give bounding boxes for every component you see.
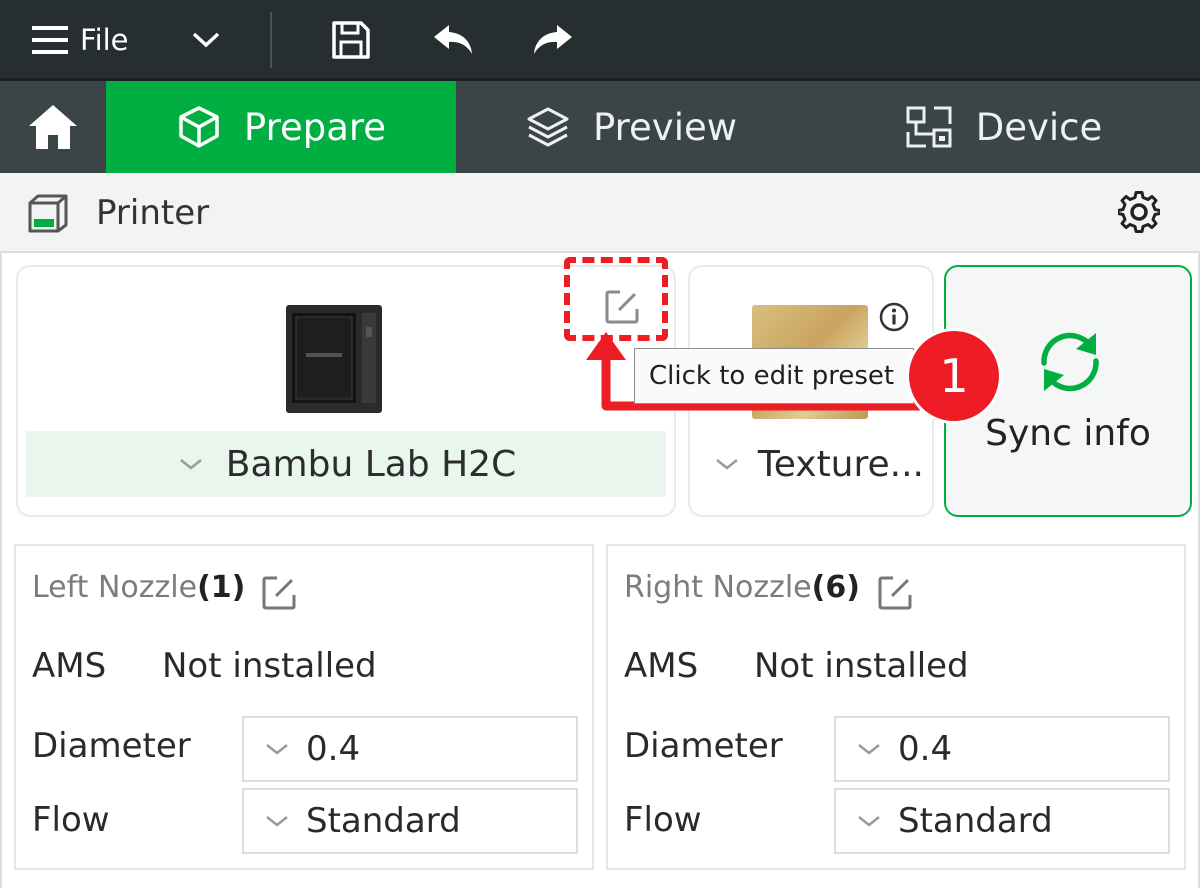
flow-label: Flow <box>32 800 110 840</box>
redo-icon <box>534 25 572 54</box>
file-menu-button[interactable]: File <box>30 14 150 66</box>
right-nozzle-title-text: Right Nozzle <box>624 570 812 605</box>
left-nozzle-panel: Left Nozzle(1) AMS Not installed Diamete… <box>14 544 594 870</box>
redo-button[interactable] <box>525 14 581 66</box>
diameter-label: Diameter <box>624 726 783 766</box>
flow-label: Flow <box>624 800 702 840</box>
diameter-dropdown[interactable]: 0.4 <box>242 716 578 782</box>
edit-icon[interactable] <box>602 287 642 327</box>
diameter-dropdown[interactable]: 0.4 <box>834 716 1170 782</box>
title-bar: File <box>0 0 1200 78</box>
cube-icon <box>179 106 219 148</box>
sync-icon <box>1041 332 1099 392</box>
undo-icon <box>434 25 472 54</box>
left-nozzle-title-text: Left Nozzle <box>32 570 198 605</box>
tab-device[interactable]: Device <box>806 81 1200 173</box>
tab-bar: Prepare Preview Device <box>0 78 1200 173</box>
save-icon <box>332 21 370 59</box>
annotation-step-badge: 1 <box>906 328 1002 424</box>
info-icon[interactable] <box>878 301 910 333</box>
tab-preview-label: Preview <box>592 105 738 149</box>
toolbar-divider <box>270 12 272 68</box>
right-nozzle-title: Right Nozzle(6) <box>624 570 860 605</box>
edit-preset-tooltip: Click to edit preset <box>634 348 914 404</box>
printer-image <box>286 305 382 413</box>
plate-type-value: Texture... <box>757 443 924 485</box>
printer-icon <box>28 194 68 233</box>
plate-type-selector[interactable]: Texture... <box>704 431 924 497</box>
diameter-value: 0.4 <box>306 729 361 769</box>
chevron-down-icon <box>858 744 880 755</box>
chevron-down-icon <box>716 459 738 470</box>
file-menu-label: File <box>80 23 129 57</box>
ams-label: AMS <box>624 646 699 686</box>
flow-value: Standard <box>898 801 1053 841</box>
hamburger-icon <box>32 26 68 54</box>
left-nozzle-count: (1) <box>197 570 246 605</box>
ams-status: Not installed <box>754 646 969 686</box>
chevron-down-icon <box>266 744 288 755</box>
flow-value: Standard <box>306 801 461 841</box>
left-nozzle-title: Left Nozzle(1) <box>32 570 245 605</box>
ams-label: AMS <box>32 646 107 686</box>
printer-model-selector[interactable]: Bambu Lab H2C <box>26 431 666 497</box>
device-icon <box>906 106 952 148</box>
edit-icon[interactable] <box>260 574 298 612</box>
tab-preview[interactable]: Preview <box>456 81 806 173</box>
printer-model-value: Bambu Lab H2C <box>225 443 517 485</box>
right-nozzle-count: (6) <box>811 570 860 605</box>
printer-preset-card[interactable]: Bambu Lab H2C <box>16 257 676 517</box>
file-dropdown-button[interactable] <box>180 16 232 64</box>
diameter-value: 0.4 <box>898 729 953 769</box>
panel-title: Printer <box>96 193 210 233</box>
flow-dropdown[interactable]: Standard <box>242 788 578 854</box>
home-button[interactable] <box>0 81 106 173</box>
right-nozzle-panel: Right Nozzle(6) AMS Not installed Diamet… <box>606 544 1186 870</box>
gear-icon[interactable] <box>1118 191 1160 233</box>
chevron-down-icon <box>858 816 880 827</box>
undo-button[interactable] <box>425 14 481 66</box>
tab-prepare[interactable]: Prepare <box>106 81 456 173</box>
printer-panel-header: Printer <box>0 173 1200 253</box>
chevron-down-icon <box>266 816 288 827</box>
sync-info-label: Sync info <box>985 413 1151 454</box>
tab-device-label: Device <box>975 105 1103 149</box>
tab-prepare-label: Prepare <box>243 105 387 149</box>
save-button[interactable] <box>325 14 377 66</box>
flow-dropdown[interactable]: Standard <box>834 788 1170 854</box>
ams-status: Not installed <box>162 646 377 686</box>
home-icon <box>29 105 77 149</box>
chevron-down-icon <box>192 32 220 48</box>
chevron-down-icon <box>179 459 202 470</box>
layers-icon <box>527 107 569 147</box>
edit-icon[interactable] <box>876 574 914 612</box>
diameter-label: Diameter <box>32 726 191 766</box>
